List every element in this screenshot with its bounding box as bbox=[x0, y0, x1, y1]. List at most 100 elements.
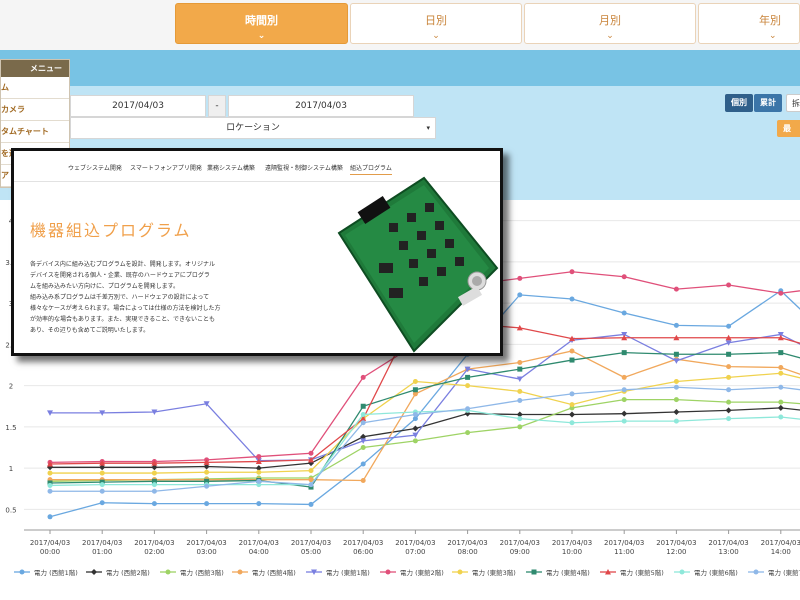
data-point bbox=[47, 482, 53, 488]
tab-monthly[interactable]: 月別 ⌄ bbox=[524, 3, 696, 44]
data-point bbox=[360, 461, 366, 467]
data-point bbox=[726, 387, 732, 393]
data-point bbox=[99, 470, 105, 476]
y-tick-label: 1 bbox=[9, 465, 13, 473]
data-point bbox=[151, 488, 157, 494]
data-point bbox=[777, 404, 784, 411]
data-point bbox=[91, 569, 97, 575]
data-point bbox=[256, 478, 262, 484]
data-point bbox=[360, 478, 366, 483]
data-point bbox=[569, 357, 575, 363]
x-tick-label: 2017/04/03 bbox=[604, 539, 644, 547]
data-point bbox=[204, 501, 210, 507]
data-point bbox=[360, 374, 366, 380]
line-chart-button[interactable]: 拆 bbox=[786, 94, 800, 112]
legend-label: 電力 (西館4階) bbox=[252, 568, 296, 577]
data-point bbox=[517, 424, 523, 430]
legend-label: 電力 (西館2階) bbox=[106, 568, 150, 577]
data-point bbox=[204, 469, 210, 475]
menu-header: メニュー bbox=[1, 60, 69, 77]
data-point bbox=[621, 387, 627, 393]
data-point bbox=[457, 569, 463, 575]
data-point bbox=[569, 420, 575, 426]
x-tick-label: 02:00 bbox=[144, 548, 164, 556]
data-point bbox=[412, 438, 418, 444]
data-point bbox=[569, 348, 575, 354]
x-tick-label: 2017/04/03 bbox=[447, 539, 487, 547]
chevron-down-icon: ⌄ bbox=[769, 31, 777, 41]
data-point bbox=[673, 379, 679, 384]
x-tick-label: 2017/04/03 bbox=[552, 539, 592, 547]
legend-label: 電力 (東館1階) bbox=[326, 568, 370, 577]
data-point bbox=[465, 406, 471, 412]
data-point bbox=[726, 282, 732, 288]
menu-item[interactable]: タムチャート bbox=[1, 121, 69, 143]
data-point bbox=[621, 350, 627, 356]
data-point bbox=[47, 470, 53, 476]
legend-label: 電力 (東館6階) bbox=[694, 568, 738, 577]
location-select-value: ロケーション bbox=[226, 123, 280, 133]
individual-button[interactable]: 個別 bbox=[725, 94, 753, 112]
date-from-field[interactable]: 2017/04/03 bbox=[70, 95, 206, 117]
data-point bbox=[99, 500, 105, 506]
data-point bbox=[621, 410, 628, 417]
cumulative-button[interactable]: 累計 bbox=[754, 94, 782, 112]
x-tick-label: 2017/04/03 bbox=[656, 539, 696, 547]
data-point bbox=[517, 275, 523, 281]
popup-description: 各デバイス内に組み込むプログラムを設計、開発します。オリジナル デバイスを開発さ… bbox=[30, 259, 235, 336]
popup-desc-line: が効率的な場合もあります。また、実現できること、できないことも bbox=[30, 316, 216, 323]
x-tick-label: 04:00 bbox=[249, 548, 269, 556]
y-tick-label: 1.5 bbox=[5, 424, 16, 432]
data-point bbox=[673, 384, 679, 390]
data-point bbox=[517, 388, 523, 394]
data-point bbox=[569, 402, 575, 408]
data-point bbox=[673, 397, 679, 403]
data-point bbox=[308, 501, 314, 507]
x-tick-label: 03:00 bbox=[197, 548, 217, 556]
data-point bbox=[517, 366, 523, 372]
data-point bbox=[531, 569, 537, 575]
popup-desc-line: 様々なケースが考えられます。場合によっては仕様の方法を検討した方 bbox=[30, 305, 221, 312]
orange-action-button[interactable]: 最 bbox=[777, 120, 800, 137]
data-point bbox=[673, 351, 679, 357]
x-tick-label: 14:00 bbox=[771, 548, 791, 556]
data-point bbox=[679, 569, 685, 575]
data-point bbox=[673, 322, 679, 328]
data-point bbox=[47, 514, 53, 520]
popup-nav-item[interactable]: 遠隔監視・制御システム構築 bbox=[265, 163, 343, 172]
menu-item[interactable]: ム bbox=[1, 77, 69, 99]
data-point bbox=[237, 569, 243, 575]
x-tick-label: 07:00 bbox=[405, 548, 425, 556]
x-tick-label: 05:00 bbox=[301, 548, 321, 556]
data-point bbox=[465, 430, 471, 436]
popup-desc-line: デバイスを開発される個人・企業、既存のハードウェアにプログラ bbox=[30, 272, 210, 279]
popup-desc-line: 組み込み系プログラムは千差万別で、ハードウェアの設計によって bbox=[30, 294, 210, 301]
date-to-field[interactable]: 2017/04/03 bbox=[228, 95, 414, 117]
data-point bbox=[412, 412, 418, 417]
legend-label: 電力 (西館1階) bbox=[34, 568, 78, 577]
data-point bbox=[621, 374, 627, 380]
popup-nav-item[interactable]: 業務システム構築 bbox=[207, 163, 255, 172]
location-select[interactable]: ロケーション ▾ bbox=[70, 117, 436, 139]
data-point bbox=[256, 501, 262, 507]
menu-item[interactable]: カメラ bbox=[1, 99, 69, 121]
popup-title: 機器組込プログラム bbox=[30, 221, 192, 240]
data-point bbox=[151, 501, 157, 507]
chevron-down-icon: ⌄ bbox=[257, 31, 266, 41]
data-point bbox=[726, 323, 732, 329]
popup-nav-item[interactable]: ウェブシステム開発 bbox=[68, 163, 122, 172]
x-tick-label: 2017/04/03 bbox=[82, 539, 122, 547]
tab-yearly[interactable]: 年別 ⌄ bbox=[698, 3, 800, 44]
data-point bbox=[256, 469, 262, 475]
tab-hourly[interactable]: 時間別 ⌄ bbox=[175, 3, 348, 44]
data-point bbox=[360, 445, 366, 450]
x-tick-label: 12:00 bbox=[666, 548, 686, 556]
legend-label: 電力 (東館3階) bbox=[472, 568, 516, 577]
x-tick-label: 06:00 bbox=[353, 548, 373, 556]
popup-nav-item[interactable]: スマートフォンアプリ開発 bbox=[130, 163, 202, 172]
x-tick-label: 10:00 bbox=[562, 548, 582, 556]
tab-label: 年別 bbox=[759, 14, 781, 27]
tab-daily[interactable]: 日別 ⌄ bbox=[350, 3, 522, 44]
data-point bbox=[569, 296, 575, 302]
data-point bbox=[360, 412, 366, 417]
